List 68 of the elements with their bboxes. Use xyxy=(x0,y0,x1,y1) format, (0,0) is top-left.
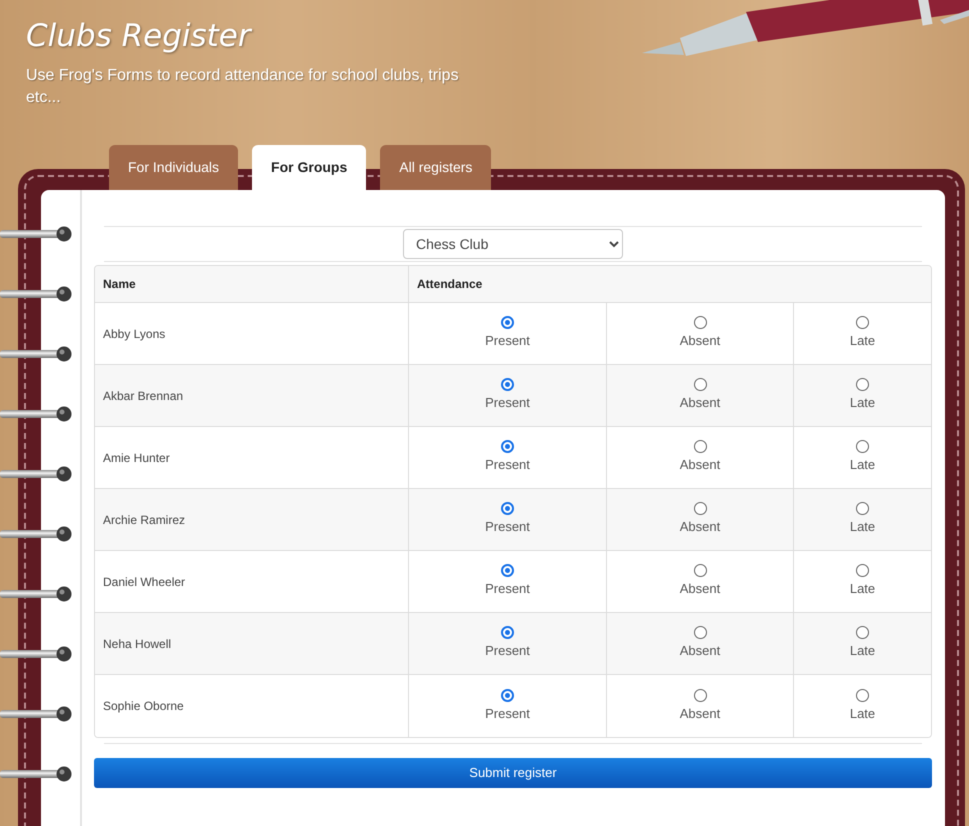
radio-label: Absent xyxy=(680,456,720,474)
attendance-radio[interactable] xyxy=(856,440,869,454)
radio-label: Late xyxy=(850,518,876,536)
name-cell: Amie Hunter xyxy=(95,427,409,488)
attendance-radio[interactable] xyxy=(694,626,706,640)
radio-label: Absent xyxy=(680,332,720,350)
binder-ring-drawing xyxy=(0,645,72,663)
radio-label: Late xyxy=(850,456,876,474)
binder-ring-drawing xyxy=(0,765,72,783)
radio-label: Late xyxy=(850,394,876,412)
binder-ring-drawing xyxy=(0,525,72,543)
binder-ring-drawing xyxy=(0,705,72,723)
tab[interactable]: For Groups xyxy=(252,145,366,190)
attendance-radio[interactable] xyxy=(501,564,514,578)
attendance-radio[interactable] xyxy=(694,316,706,330)
radio-label: Late xyxy=(850,642,876,660)
attendance-radio[interactable] xyxy=(501,316,514,330)
name-cell: Archie Ramirez xyxy=(95,489,409,550)
radio-label: Present xyxy=(485,704,530,723)
page-title: Clubs Register xyxy=(26,17,251,56)
attendance-radio[interactable] xyxy=(694,688,706,702)
attendance-radio[interactable] xyxy=(856,502,869,516)
radio-label: Present xyxy=(485,642,530,660)
club-select[interactable]: Chess Club xyxy=(403,229,623,259)
attendance-radio[interactable] xyxy=(694,440,706,454)
name-cell: Neha Howell xyxy=(95,613,409,674)
radio-label: Present xyxy=(485,518,530,536)
binder-ring-drawing xyxy=(0,465,72,483)
binder-ring-drawing xyxy=(0,585,72,603)
column-header: Name xyxy=(95,266,409,302)
attendance-radio[interactable] xyxy=(694,378,706,392)
tab[interactable]: For Individuals xyxy=(109,145,238,190)
radio-label: Present xyxy=(485,394,530,412)
radio-label: Absent xyxy=(680,394,720,412)
radio-label: Present xyxy=(485,580,530,598)
attendance-radio[interactable] xyxy=(856,688,869,702)
radio-label: Absent xyxy=(680,642,720,660)
attendance-radio[interactable] xyxy=(694,502,706,516)
attendance-radio[interactable] xyxy=(856,378,869,392)
attendance-radio[interactable] xyxy=(501,440,514,454)
page-subtitle: Use Frog's Forms to record attendance for school clubs, trips etc... xyxy=(26,66,460,108)
attendance-radio[interactable] xyxy=(856,564,869,578)
radio-label: Present xyxy=(485,456,530,474)
attendance-radio[interactable] xyxy=(501,378,514,392)
name-cell: Daniel Wheeler xyxy=(95,551,409,612)
radio-label: Present xyxy=(485,332,530,350)
attendance-radio[interactable] xyxy=(856,626,869,640)
binder-ring-drawing xyxy=(0,285,72,303)
attendance-radio[interactable] xyxy=(501,688,514,702)
column-header: Attendance xyxy=(416,276,484,293)
radio-label: Absent xyxy=(680,580,720,598)
attendance-radio[interactable] xyxy=(694,564,706,578)
radio-label: Absent xyxy=(680,518,720,536)
radio-label: Late xyxy=(850,704,876,723)
name-cell: Sophie Oborne xyxy=(95,675,409,737)
radio-label: Absent xyxy=(680,704,720,723)
radio-label: Late xyxy=(850,332,876,350)
submit-button[interactable]: Submit register xyxy=(94,758,932,788)
binder-ring-drawing xyxy=(0,405,72,423)
attendance-radio[interactable] xyxy=(501,626,514,640)
attendance-radio[interactable] xyxy=(501,502,514,516)
name-cell: Abby Lyons xyxy=(95,303,409,364)
binder-ring-drawing xyxy=(0,225,72,243)
name-cell: Akbar Brennan xyxy=(95,365,409,426)
attendance-radio[interactable] xyxy=(856,316,869,330)
binder-ring-drawing xyxy=(0,345,72,363)
tab[interactable]: All registers xyxy=(380,145,492,190)
radio-label: Late xyxy=(850,580,876,598)
